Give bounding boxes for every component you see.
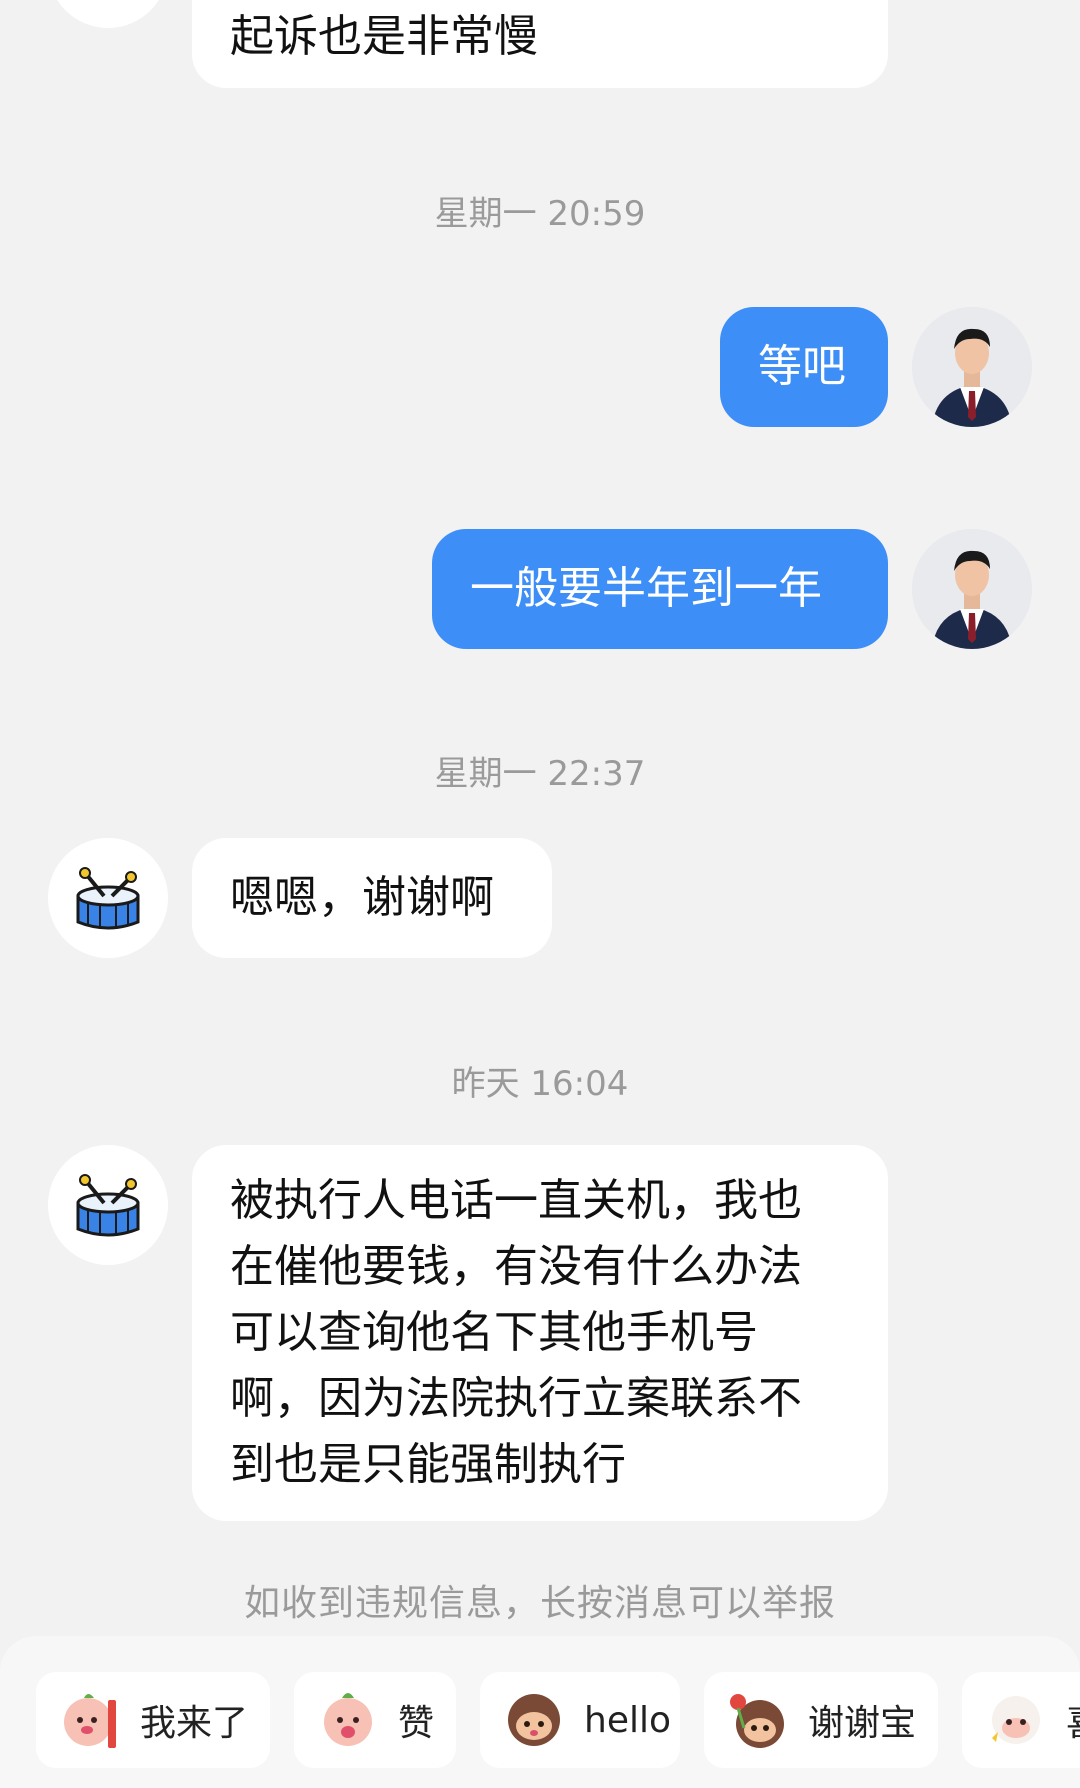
quick-reply-chip[interactable]: 我来了 bbox=[36, 1672, 270, 1768]
contact-avatar[interactable] bbox=[48, 0, 168, 28]
report-notice: 如收到违规信息，长按消息可以举报 bbox=[243, 1583, 836, 1624]
message-bubble-outgoing[interactable]: 等吧 bbox=[720, 307, 888, 427]
timestamp: 星期一 20:59 bbox=[434, 194, 646, 234]
quick-reply-label: hello bbox=[584, 1699, 671, 1741]
quick-reply-label: 喜 bbox=[1066, 1694, 1080, 1746]
drum-icon bbox=[48, 1145, 168, 1265]
drum-icon bbox=[48, 838, 168, 958]
quick-reply-label: 赞 bbox=[398, 1703, 435, 1744]
message-line: 在催他要钱，有没有什么办法 bbox=[230, 1241, 802, 1292]
message-text: 起诉也是非常慢 bbox=[230, 11, 538, 62]
message-line: 到也是只能强制执行 bbox=[230, 1439, 626, 1490]
quick-reply-label: 谢谢宝 bbox=[808, 1703, 917, 1744]
message-line: 可以查询他名下其他手机号 bbox=[230, 1307, 758, 1358]
contact-avatar[interactable] bbox=[48, 1145, 168, 1265]
message-bubble-incoming[interactable]: 起诉也是非常慢 bbox=[192, 0, 888, 88]
timestamp: 星期一 22:37 bbox=[434, 754, 646, 794]
lawyer-portrait-icon bbox=[912, 529, 1032, 649]
sticker-icon bbox=[324, 1693, 372, 1746]
message-line: 被执行人电话一直关机，我也 bbox=[230, 1175, 802, 1226]
sticker-icon bbox=[992, 1696, 1040, 1744]
self-avatar[interactable] bbox=[912, 307, 1032, 427]
sticker-icon bbox=[64, 1694, 116, 1748]
message-bubble-incoming[interactable]: 被执行人电话一直关机，我也 在催他要钱，有没有什么办法 可以查询他名下其他手机号… bbox=[192, 1145, 888, 1521]
lawyer-portrait-icon bbox=[912, 307, 1032, 427]
contact-avatar[interactable] bbox=[48, 838, 168, 958]
quick-reply-chip[interactable]: 喜 bbox=[962, 1672, 1080, 1768]
quick-reply-chip[interactable]: 谢谢宝 bbox=[704, 1672, 938, 1768]
message-line: 啊，因为法院执行立案联系不 bbox=[230, 1373, 802, 1424]
message-text: 嗯嗯，谢谢啊 bbox=[230, 872, 494, 923]
message-bubble-incoming[interactable]: 嗯嗯，谢谢啊 bbox=[192, 838, 552, 958]
quick-reply-label: 我来了 bbox=[140, 1703, 249, 1744]
message-text: 等吧 bbox=[758, 341, 846, 392]
sticker-icon bbox=[508, 1694, 560, 1746]
message-bubble-outgoing[interactable]: 一般要半年到一年 bbox=[432, 529, 888, 649]
quick-reply-chip[interactable]: 赞 bbox=[294, 1672, 456, 1768]
message-text: 一般要半年到一年 bbox=[470, 563, 822, 614]
sticker-icon bbox=[730, 1694, 784, 1748]
timestamp: 昨天 16:04 bbox=[451, 1064, 629, 1104]
self-avatar[interactable] bbox=[912, 529, 1032, 649]
quick-reply-bar: 我来了 赞 hello 谢谢宝 bbox=[0, 1636, 1080, 1788]
quick-reply-chip[interactable]: hello bbox=[480, 1672, 680, 1768]
